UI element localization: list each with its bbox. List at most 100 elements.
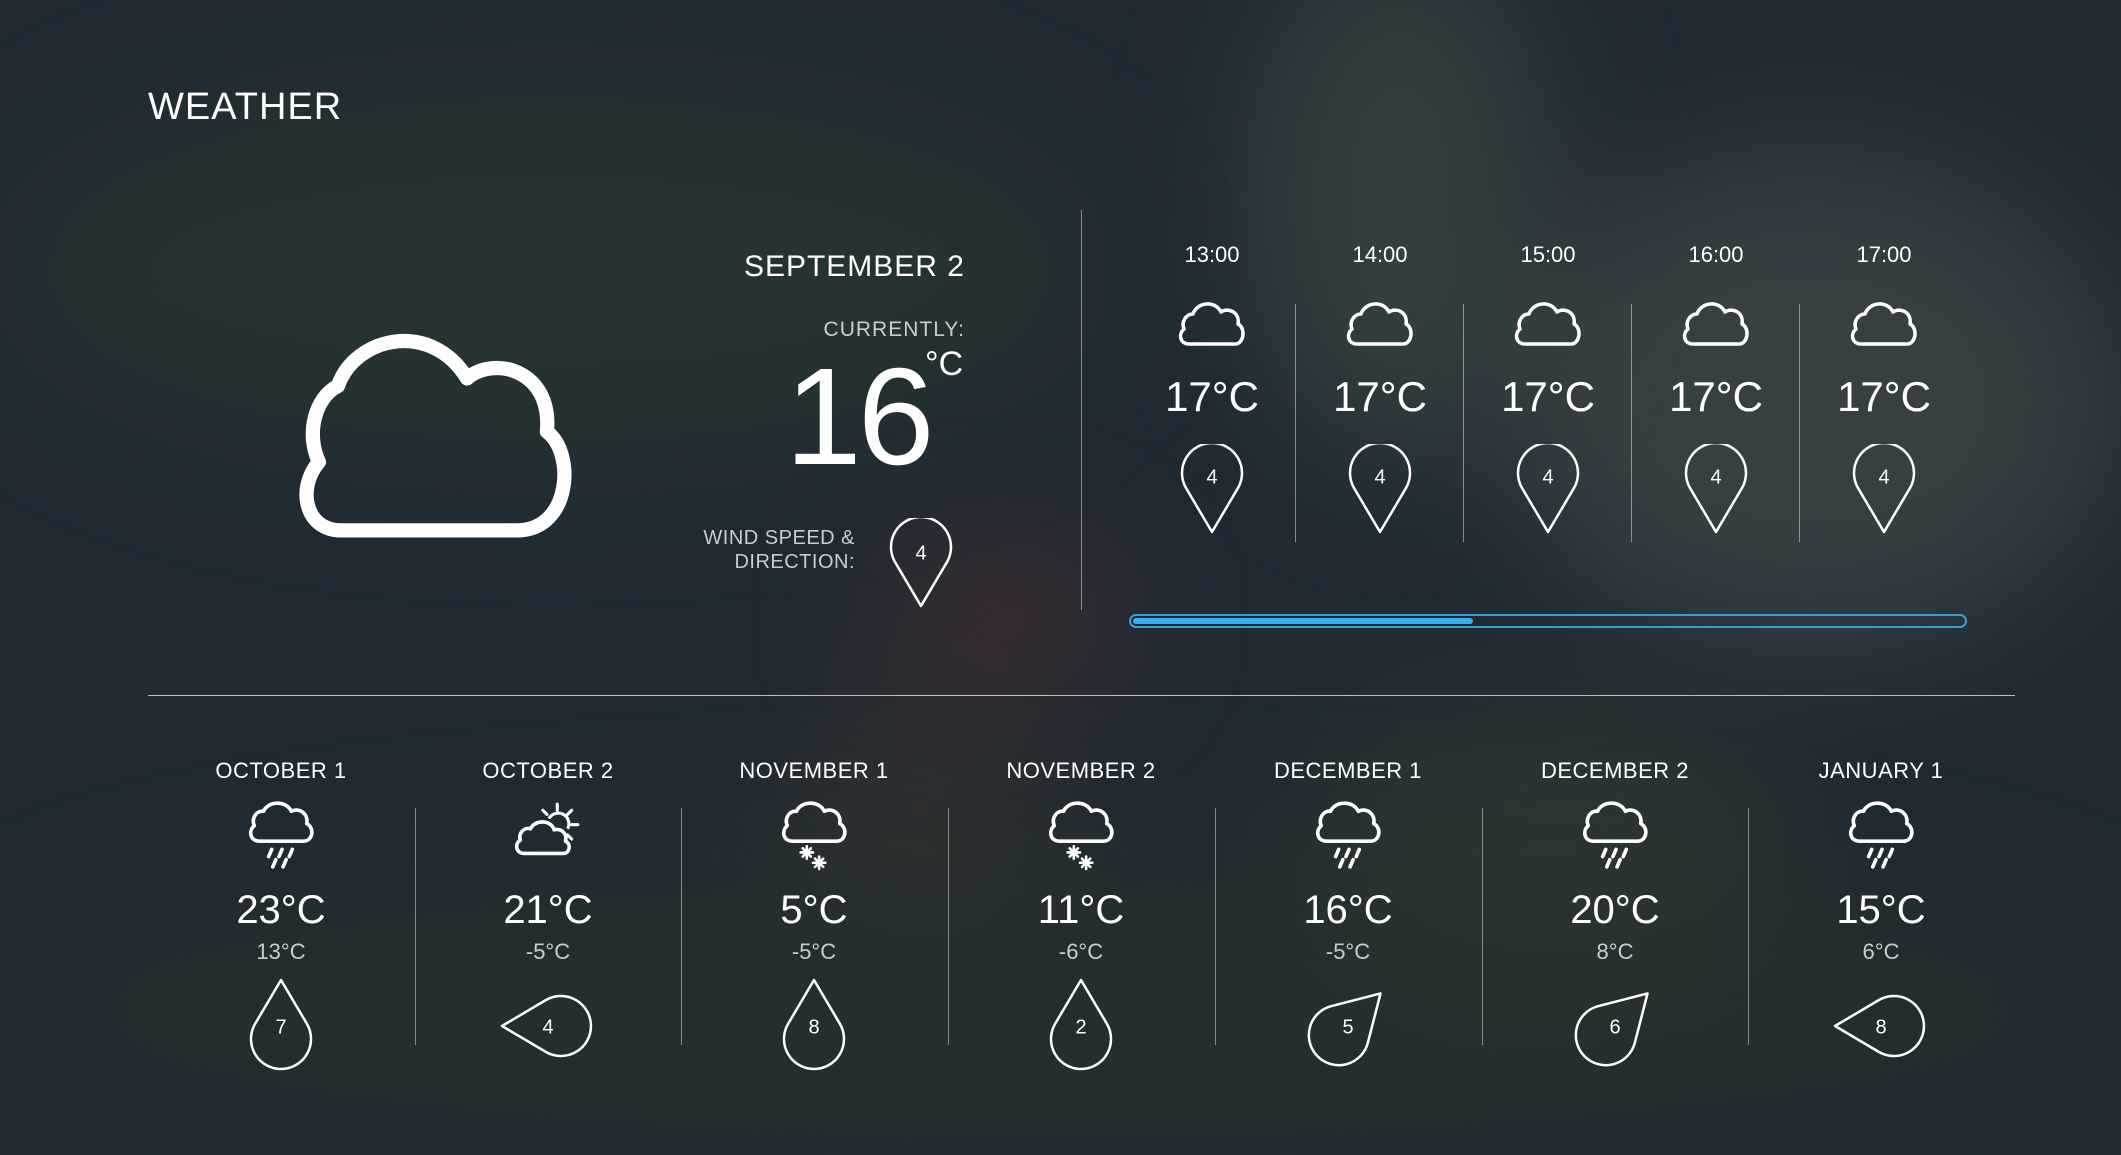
- wind-direction-icon: 4: [889, 518, 953, 608]
- daily-separator: [1482, 808, 1483, 1045]
- rain-icon: [1848, 801, 1914, 869]
- daily-item: DECEMBER 1 16°C -5°C 5: [1215, 756, 1481, 1091]
- daily-item: OCTOBER 2 21°C -5°C 4: [415, 756, 681, 1091]
- hourly-item[interactable]: 17:00 17°C 4: [1800, 240, 1968, 570]
- day-date: OCTOBER 2: [482, 758, 614, 783]
- wind-direction-icon: 4: [1852, 444, 1916, 534]
- daily-separator: [1215, 808, 1216, 1045]
- day-low-temperature: 8°C: [1596, 939, 1634, 964]
- rain-icon: [1315, 801, 1381, 869]
- hour-time: 15:00: [1520, 242, 1576, 267]
- day-date: DECEMBER 1: [1273, 758, 1423, 783]
- day-date: OCTOBER 1: [215, 758, 347, 783]
- cloud-icon: [1682, 302, 1749, 346]
- day-date: JANUARY 1: [1818, 758, 1944, 783]
- current-label: CURRENTLY:: [823, 318, 965, 341]
- day-low-temperature: -5°C: [525, 939, 571, 964]
- wind-direction-icon: 4: [1684, 444, 1748, 534]
- cloud-icon: [1346, 302, 1413, 346]
- day-date: NOVEMBER 2: [1006, 758, 1156, 783]
- hourly-separator: [1799, 304, 1800, 542]
- snow-icon: [781, 801, 847, 871]
- day-low-temperature: 13°C: [256, 939, 306, 964]
- wind-direction-icon: 4: [500, 994, 593, 1058]
- daily-item: JANUARY 1 15°C 6°C 8: [1748, 756, 2014, 1091]
- wind-direction-icon: 2: [1049, 978, 1113, 1071]
- wind-direction-icon: 7: [249, 978, 313, 1071]
- wind-speed-value: 2: [1075, 1016, 1086, 1038]
- snow-icon: [1048, 801, 1114, 871]
- daily-item: NOVEMBER 1 5°C -5°C 8: [681, 756, 947, 1091]
- rain-icon: [248, 801, 314, 869]
- wind-speed-value: 4: [1542, 466, 1553, 488]
- rain-icon: [1582, 801, 1648, 869]
- daily-separator: [415, 808, 416, 1045]
- wind-speed-value: 4: [915, 542, 926, 564]
- daily-item: NOVEMBER 2 11°C -6°C 2: [948, 756, 1214, 1091]
- wind-speed-value: 8: [808, 1016, 819, 1038]
- hourly-scrollbar-thumb[interactable]: [1133, 618, 1473, 624]
- hour-temperature: 17°C: [1333, 373, 1427, 420]
- wind-label: WIND SPEED & DIRECTION:: [695, 526, 855, 574]
- cloud-icon: [1514, 302, 1581, 346]
- wind-speed-value: 4: [1206, 466, 1217, 488]
- hour-temperature: 17°C: [1669, 373, 1763, 420]
- daily-separator: [681, 808, 682, 1045]
- wind-speed-value: 4: [1710, 466, 1721, 488]
- current-temperature-unit: °C: [925, 345, 964, 383]
- day-high-temperature: 5°C: [780, 888, 848, 932]
- hourly-item[interactable]: 16:00 17°C 4: [1632, 240, 1800, 570]
- day-low-temperature: -6°C: [1058, 939, 1104, 964]
- hour-time: 17:00: [1856, 242, 1912, 267]
- hour-temperature: 17°C: [1501, 373, 1595, 420]
- day-low-temperature: 6°C: [1862, 939, 1900, 964]
- wind-direction-icon: 4: [1516, 444, 1580, 534]
- hour-temperature: 17°C: [1837, 373, 1931, 420]
- hourly-item[interactable]: 14:00 17°C 4: [1296, 240, 1464, 570]
- wind-speed-value: 8: [1875, 1016, 1886, 1038]
- hourly-item[interactable]: 15:00 17°C 4: [1464, 240, 1632, 570]
- current-date: SEPTEMBER 2: [743, 250, 965, 283]
- current-temperature: 16: [785, 340, 934, 494]
- wind-direction-icon: 4: [1180, 444, 1244, 534]
- cloud-icon: [299, 334, 572, 538]
- hourly-item[interactable]: 13:00 17°C 4: [1128, 240, 1296, 570]
- wind-speed-value: 6: [1609, 1016, 1620, 1038]
- day-high-temperature: 16°C: [1303, 888, 1393, 932]
- daily-item: DECEMBER 2 20°C 8°C 6: [1482, 756, 1748, 1091]
- hourly-scrollbar[interactable]: [1129, 614, 1967, 628]
- daily-separator: [948, 808, 949, 1045]
- day-high-temperature: 15°C: [1836, 888, 1926, 932]
- wind-speed-value: 4: [542, 1016, 553, 1038]
- day-date: DECEMBER 2: [1540, 758, 1690, 783]
- hourly-separator: [1463, 304, 1464, 542]
- wind-speed-value: 5: [1342, 1016, 1353, 1038]
- section-divider: [1081, 210, 1082, 610]
- day-high-temperature: 11°C: [1037, 888, 1125, 932]
- page-title: WEATHER: [148, 86, 343, 128]
- wind-label-text: WIND SPEED & DIRECTION:: [703, 527, 855, 573]
- hourly-separator: [1631, 304, 1632, 542]
- day-date: NOVEMBER 1: [739, 758, 889, 783]
- wind-direction-icon: 8: [782, 978, 846, 1071]
- hour-time: 13:00: [1184, 242, 1240, 267]
- day-high-temperature: 20°C: [1570, 888, 1660, 932]
- hour-temperature: 17°C: [1165, 373, 1259, 420]
- daily-separator: [1748, 808, 1749, 1045]
- wind-speed-value: 4: [1878, 466, 1889, 488]
- wind-direction-icon: 8: [1833, 994, 1926, 1058]
- day-high-temperature: 23°C: [236, 888, 326, 932]
- day-low-temperature: -5°C: [791, 939, 837, 964]
- hour-time: 14:00: [1352, 242, 1408, 267]
- wind-direction-icon: 4: [1348, 444, 1412, 534]
- wind-speed-value: 7: [275, 1016, 286, 1038]
- hour-time: 16:00: [1688, 242, 1744, 267]
- cloud-icon: [1178, 302, 1245, 346]
- wind-direction-icon: 5: [1307, 992, 1382, 1067]
- day-high-temperature: 21°C: [503, 888, 593, 932]
- horizontal-divider: [148, 695, 2015, 696]
- wind-direction-icon: 6: [1574, 992, 1649, 1067]
- hourly-separator: [1295, 304, 1296, 542]
- wind-speed-value: 4: [1374, 466, 1385, 488]
- daily-item: OCTOBER 1 23°C 13°C 7: [148, 756, 414, 1091]
